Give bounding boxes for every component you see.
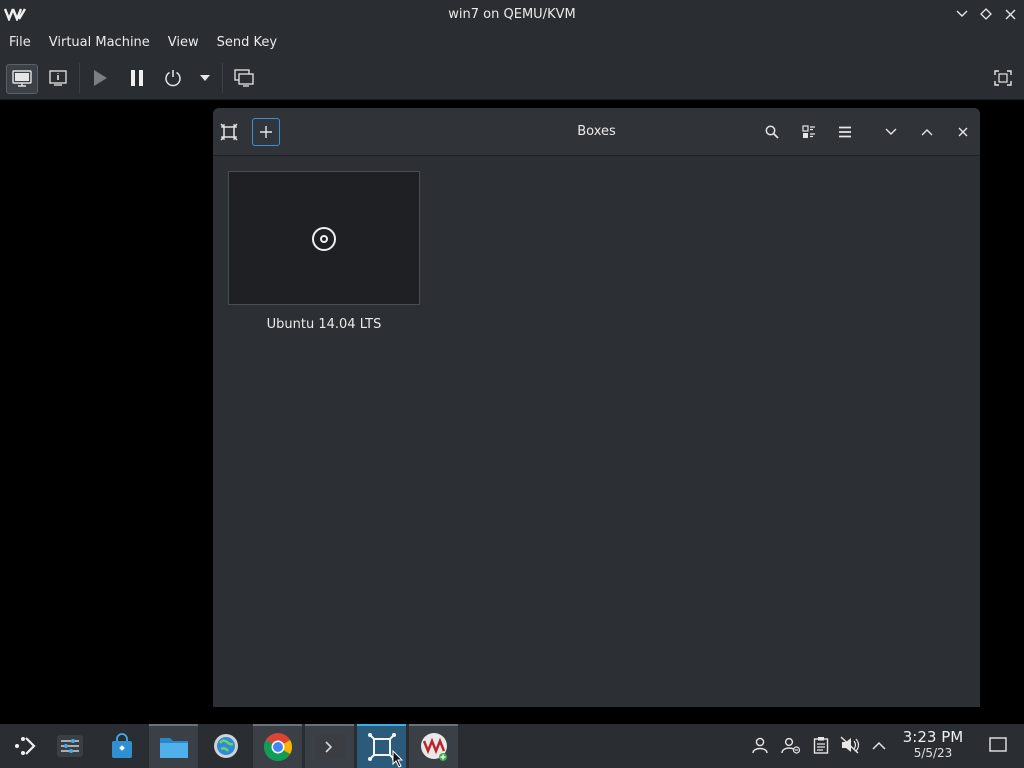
chevron-down-icon: [956, 10, 968, 17]
clock-time: 3:23 PM: [902, 728, 964, 746]
pause-icon: [131, 70, 143, 86]
taskbar-settings-globe[interactable]: [201, 724, 250, 768]
menu-view[interactable]: View: [159, 29, 208, 57]
close-icon: [1005, 9, 1015, 19]
toolbar-separator: [222, 63, 223, 93]
terminal-icon: [314, 735, 345, 759]
tray-volume-button[interactable]: [839, 734, 861, 756]
vm-thumbnail[interactable]: [228, 171, 420, 305]
fullscreen-icon: [994, 70, 1012, 86]
boxes-window: Boxes Ubuntu 14.04 LTS: [213, 108, 980, 707]
play-icon: [94, 70, 107, 86]
tray-user-button[interactable]: [749, 734, 771, 756]
monitor-icon: [12, 70, 32, 87]
plus-icon: [260, 126, 272, 138]
vm-label[interactable]: Ubuntu 14.04 LTS: [228, 317, 420, 332]
minimize-icon: [885, 128, 897, 135]
boxes-headerbar: Boxes: [213, 108, 980, 156]
digital-clock[interactable]: 3:23 PM 5/5/23: [893, 728, 973, 760]
volume-muted-icon: [840, 736, 860, 754]
screens-button[interactable]: [232, 64, 256, 92]
run-button[interactable]: [88, 64, 112, 92]
boxes-title: Boxes: [577, 124, 616, 139]
new-box-button[interactable]: [252, 118, 280, 146]
sliders-icon: [56, 735, 83, 757]
show-desktop-button[interactable]: [987, 734, 1009, 756]
taskbar-chrome[interactable]: [253, 724, 302, 768]
search-icon: [765, 125, 779, 139]
details-button[interactable]: [46, 64, 70, 92]
dropdown-arrow-icon: [200, 75, 210, 81]
shutdown-button[interactable]: [161, 64, 185, 92]
select-icon: [802, 125, 815, 138]
taskbar-boxes[interactable]: [357, 724, 406, 768]
taskbar-system-settings[interactable]: [45, 724, 94, 768]
mouse-cursor-icon: [392, 750, 404, 768]
window-close-button[interactable]: [1000, 5, 1020, 23]
virt-manager-icon: [420, 733, 447, 761]
toolbar: [0, 57, 1024, 100]
close-icon: [958, 127, 968, 137]
window-titlebar: win7 on QEMU/KVM: [0, 0, 1024, 29]
window-title: win7 on QEMU/KVM: [448, 7, 576, 22]
window-maximize-button[interactable]: [976, 5, 996, 23]
boxes-close-button[interactable]: [949, 118, 977, 146]
tray-expand-button[interactable]: [868, 734, 890, 756]
clock-date: 5/5/23: [913, 746, 953, 760]
chrome-icon: [263, 733, 292, 761]
tray-clipboard-button[interactable]: [810, 734, 832, 756]
menu-virtual-machine[interactable]: Virtual Machine: [40, 29, 159, 57]
clipboard-icon: [813, 737, 829, 754]
taskbar-terminal[interactable]: [305, 724, 354, 768]
boxes-logo-button: [215, 118, 243, 146]
optical-disc-icon: [312, 227, 336, 251]
menu-bar: File Virtual Machine View Send Key: [0, 29, 1024, 57]
window-minimize-button[interactable]: [952, 5, 972, 23]
shutdown-menu-button[interactable]: [195, 64, 215, 92]
screens-icon: [234, 69, 254, 87]
fullscreen-button[interactable]: [991, 64, 1015, 92]
hamburger-menu-icon: [839, 126, 851, 138]
boxes-maximize-button[interactable]: [913, 118, 941, 146]
launcher-icon: [14, 737, 36, 755]
user-status-icon: [781, 737, 801, 754]
store-bag-icon: [111, 733, 132, 758]
app-launcher-button[interactable]: [0, 724, 49, 768]
maximize-icon: [921, 129, 933, 136]
search-button[interactable]: [758, 118, 786, 146]
main-menu-button[interactable]: [831, 118, 859, 146]
console-view-button[interactable]: [6, 64, 38, 94]
diamond-icon: [980, 8, 992, 20]
user-icon: [752, 737, 768, 754]
taskbar-virt-manager[interactable]: [409, 724, 458, 768]
taskbar-file-manager[interactable]: [149, 724, 198, 768]
power-icon: [165, 70, 181, 87]
select-button[interactable]: [795, 118, 823, 146]
taskbar-discover[interactable]: [97, 724, 146, 768]
boxes-minimize-button[interactable]: [877, 118, 905, 146]
folder-icon: [159, 738, 188, 758]
toolbar-separator: [79, 63, 80, 93]
virt-manager-logo-icon: [4, 8, 26, 21]
pause-button[interactable]: [125, 64, 149, 92]
tray-user-status-button[interactable]: [780, 734, 802, 756]
menu-file[interactable]: File: [0, 29, 40, 57]
boxes-logo-icon: [220, 123, 238, 141]
menu-send-key[interactable]: Send Key: [208, 29, 286, 57]
show-desktop-icon: [989, 737, 1007, 752]
chevron-up-icon: [872, 741, 886, 750]
globe-gear-icon: [213, 734, 238, 758]
taskbar: 3:23 PM 5/5/23: [0, 724, 1024, 768]
info-icon: [49, 70, 67, 86]
